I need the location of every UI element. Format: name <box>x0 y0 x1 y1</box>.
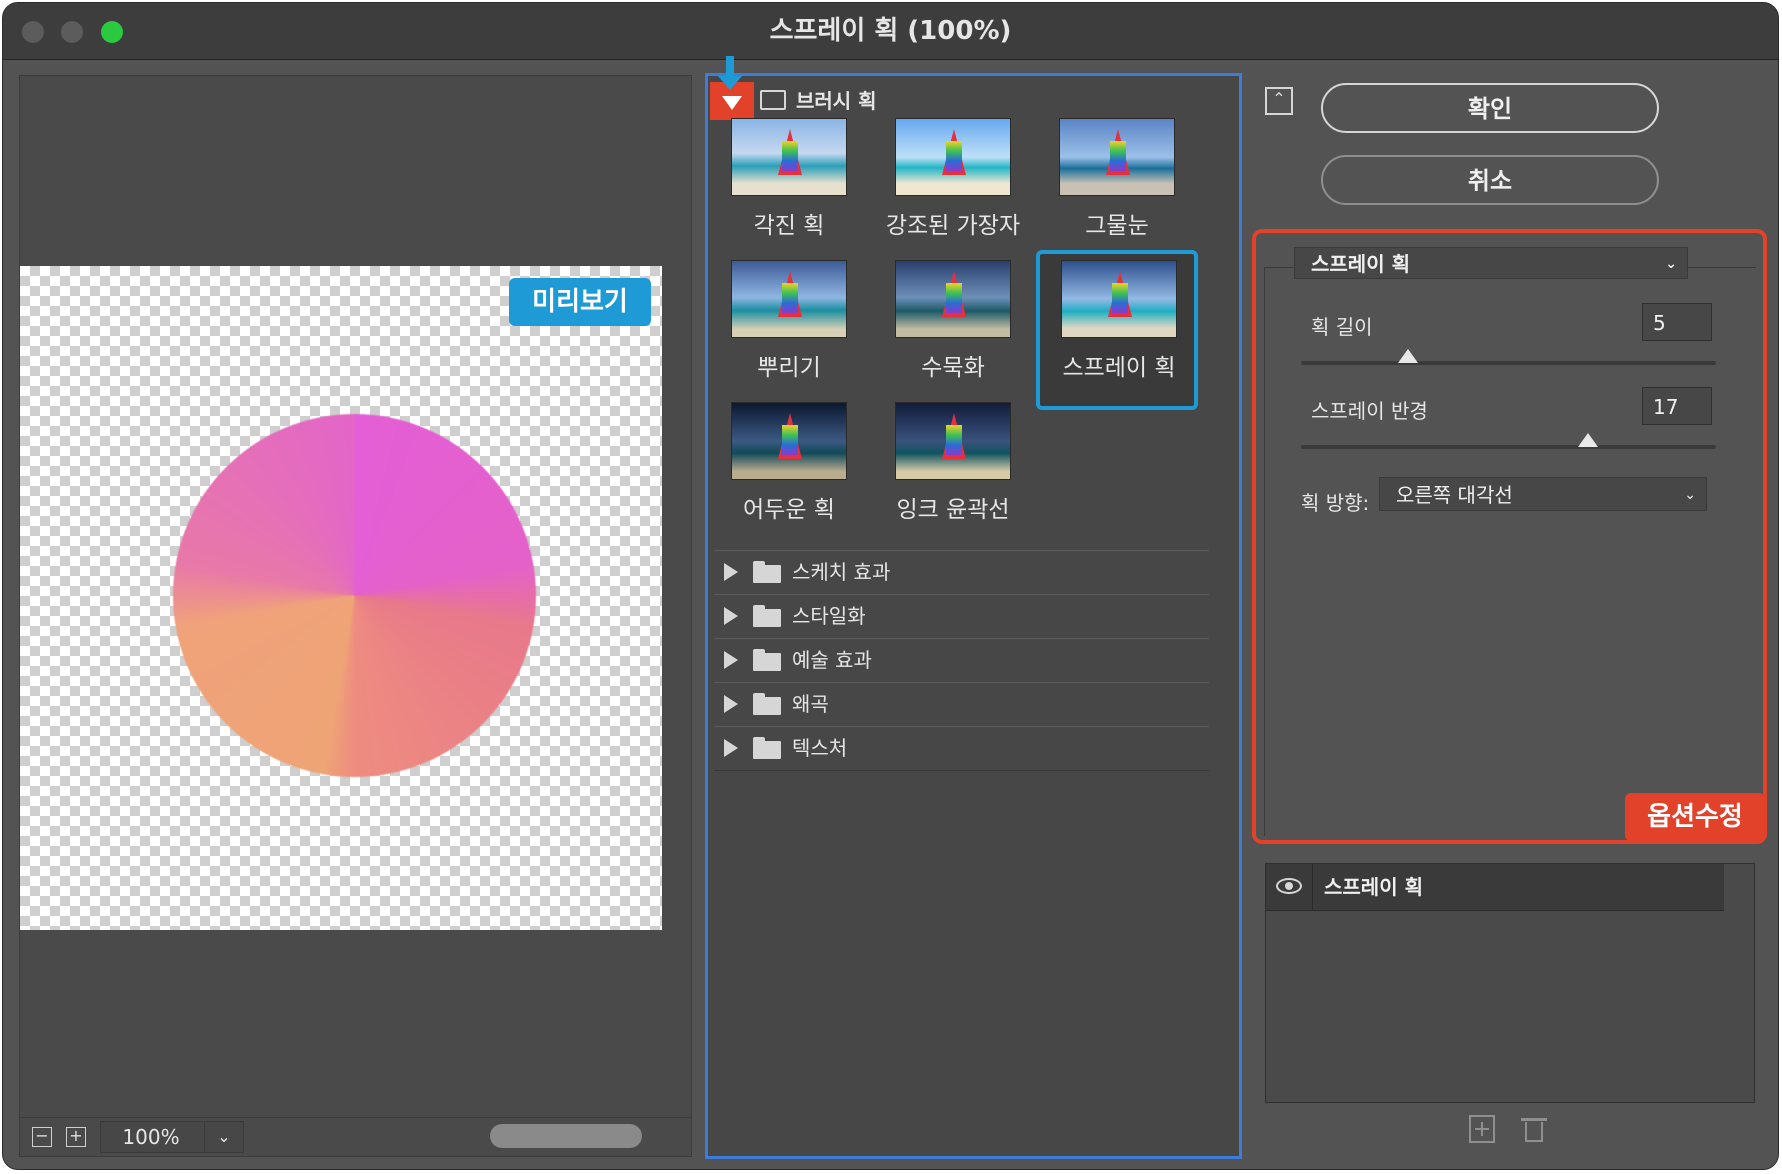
zoom-level-select[interactable]: 100% ⌄ <box>100 1121 244 1153</box>
folder-texture[interactable]: 텍스처 <box>714 726 1209 771</box>
thumbnail-image <box>895 260 1011 338</box>
edit-options-badge: 옵션수정 <box>1625 793 1765 841</box>
triangle-right-icon <box>724 563 738 581</box>
zoom-level: 100% <box>122 1125 180 1149</box>
filter-thumb-crosshatch[interactable]: 그물눈 <box>1042 114 1192 254</box>
thumbnail-image <box>1059 118 1175 196</box>
spray-radius-slider-handle[interactable] <box>1578 433 1598 447</box>
filter-gallery-window: 스프레이 획 (100%) 미리보기 − + 100% ⌄ 브러시 획 각진 획… <box>2 2 1779 1170</box>
triangle-right-icon <box>724 739 738 757</box>
thumb-label: 각진 획 <box>753 213 825 239</box>
folder-icon <box>753 561 781 583</box>
filter-gallery: 브러시 획 각진 획 강조된 가장자 그물눈 뿌리기 수묵화 스프레이 획 어두… <box>705 56 1242 1159</box>
filter-thumb-sprayed-strokes[interactable]: 스프레이 획 <box>1036 250 1198 410</box>
spray-radius-label: 스프레이 반경 <box>1311 399 1428 423</box>
filter-select[interactable]: 스프레이 획 ⌄ <box>1294 247 1688 279</box>
preview-badge: 미리보기 <box>509 278 651 326</box>
chevron-down-icon: ⌄ <box>1665 256 1677 272</box>
folder-distort[interactable]: 왜곡 <box>714 682 1209 727</box>
title-bar: 스프레이 획 (100%) <box>3 3 1778 60</box>
thumb-label: 스프레이 획 <box>1062 355 1176 381</box>
triangle-down-icon <box>722 96 742 110</box>
folder-artistic[interactable]: 예술 효과 <box>714 638 1209 683</box>
options-panel: 스프레이 획 ⌄ 획 길이 5 스프레이 반경 17 획 방향: 오른쪽 대각선… <box>1252 229 1767 844</box>
stroke-length-input[interactable]: 5 <box>1642 303 1712 341</box>
stroke-direction-select[interactable]: 오른쪽 대각선 ⌄ <box>1379 477 1707 511</box>
folder-icon <box>753 649 781 671</box>
triangle-right-icon <box>724 695 738 713</box>
horizontal-scrollbar[interactable] <box>490 1124 642 1148</box>
folder-label: 왜곡 <box>792 692 829 716</box>
spray-radius-input[interactable]: 17 <box>1642 387 1712 425</box>
stroke-length-slider-handle[interactable] <box>1398 349 1418 363</box>
filter-thumb-dark-strokes[interactable]: 어두운 획 <box>714 398 864 538</box>
pointer-arrow-head-icon <box>718 76 742 90</box>
zoom-out-button[interactable]: − <box>32 1127 52 1147</box>
thumb-label: 뿌리기 <box>757 355 821 381</box>
chevron-down-icon: ⌄ <box>1684 487 1696 503</box>
thumb-label: 수묵화 <box>921 355 985 381</box>
filter-thumb-sumi-e[interactable]: 수묵화 <box>878 256 1028 396</box>
triangle-right-icon <box>724 607 738 625</box>
cancel-button[interactable]: 취소 <box>1321 155 1659 205</box>
thumbnail-image <box>1061 260 1177 338</box>
collapse-gallery-icon[interactable]: ⌃ <box>1265 87 1293 115</box>
filter-thumb-spatter[interactable]: 뿌리기 <box>714 256 864 396</box>
folder-label: 스케치 효과 <box>792 560 891 584</box>
folder-icon <box>753 605 781 627</box>
effect-layer-name: 스프레이 획 <box>1324 875 1423 899</box>
thumbnail-image <box>731 260 847 338</box>
preview-image <box>173 414 536 777</box>
filter-thumb-angled-strokes[interactable]: 각진 획 <box>714 114 864 254</box>
stroke-length-label: 획 길이 <box>1311 315 1373 339</box>
divider <box>1312 864 1313 910</box>
effect-layer-row[interactable]: 스프레이 획 <box>1266 864 1724 911</box>
triangle-right-icon <box>724 651 738 669</box>
stroke-direction-label: 획 방향: <box>1301 491 1370 515</box>
folder-sketch[interactable]: 스케치 효과 <box>714 550 1209 595</box>
folder-label: 텍스처 <box>792 736 848 760</box>
filter-thumb-accented-edges[interactable]: 강조된 가장자 <box>878 114 1028 254</box>
thumb-label: 강조된 가장자 <box>885 213 1021 239</box>
options-inner <box>1264 267 1756 836</box>
folder-open-icon <box>760 90 786 110</box>
thumb-label: 그물눈 <box>1085 213 1149 239</box>
window-title: 스프레이 획 (100%) <box>769 16 1012 46</box>
filter-select-value: 스프레이 획 <box>1311 252 1410 276</box>
thumb-label: 어두운 획 <box>743 497 835 523</box>
trash-icon[interactable] <box>1521 1115 1547 1143</box>
new-effect-layer-icon[interactable] <box>1469 1115 1495 1143</box>
folder-icon <box>753 693 781 715</box>
ok-button[interactable]: 확인 <box>1321 83 1659 133</box>
thumbnail-image <box>731 118 847 196</box>
thumbnail-image <box>731 402 847 480</box>
stroke-direction-value: 오른쪽 대각선 <box>1396 483 1513 507</box>
preview-canvas[interactable]: 미리보기 <box>20 266 662 930</box>
filter-thumb-ink-outlines[interactable]: 잉크 윤곽선 <box>878 398 1028 538</box>
preview-panel: 미리보기 − + 100% ⌄ <box>19 75 692 1157</box>
folder-label: 예술 효과 <box>792 648 872 672</box>
thumbnail-image <box>895 118 1011 196</box>
effect-layers-panel: 스프레이 획 <box>1265 863 1755 1103</box>
folder-icon <box>753 737 781 759</box>
folder-label: 스타일화 <box>792 604 866 628</box>
eye-icon[interactable] <box>1276 876 1304 896</box>
chevron-down-icon: ⌄ <box>204 1122 243 1152</box>
thumb-label: 잉크 윤곽선 <box>896 497 1010 523</box>
zoom-bar: − + 100% ⌄ <box>20 1117 691 1156</box>
folder-stylize[interactable]: 스타일화 <box>714 594 1209 639</box>
spray-radius-slider[interactable] <box>1301 445 1716 449</box>
thumbnail-image <box>895 402 1011 480</box>
zoom-in-button[interactable]: + <box>66 1127 86 1147</box>
stroke-length-slider[interactable] <box>1301 361 1716 365</box>
